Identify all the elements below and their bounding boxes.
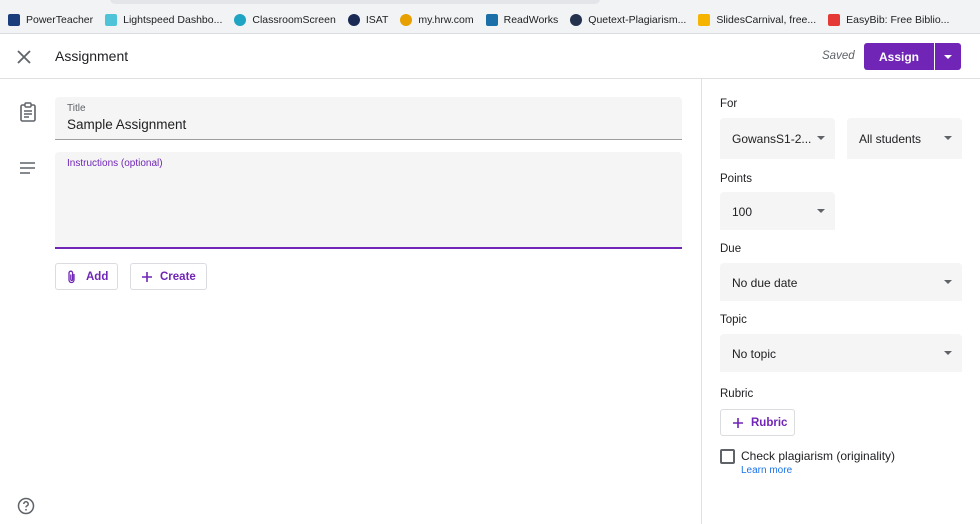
create-button[interactable]: Create: [130, 263, 207, 290]
points-label: Points: [720, 173, 752, 185]
text-lines-icon: [19, 161, 37, 180]
title-field-value[interactable]: Sample Assignment: [67, 117, 186, 132]
address-bar[interactable]: [110, 0, 600, 4]
assignment-header: Assignment Saved Assign: [0, 35, 980, 79]
create-button-label: Create: [160, 270, 196, 283]
bookmark-label: Lightspeed Dashbo...: [123, 13, 223, 26]
bookmark-label: ReadWorks: [503, 13, 559, 26]
easybib-icon: [828, 13, 841, 26]
classroomscreen-icon: [234, 13, 247, 26]
bookmark-item[interactable]: EasyBib: Free Biblio...: [828, 13, 950, 26]
dropdown-arrow-icon: [817, 136, 825, 140]
bookmark-item[interactable]: PowerTeacher: [8, 13, 94, 26]
plus-icon: [733, 417, 743, 428]
bookmarks-bar: PowerTeacher Lightspeed Dashbo... Classroo…: [0, 6, 980, 34]
class-select[interactable]: GowansS1-2...: [720, 118, 835, 159]
plus-icon: [142, 271, 152, 282]
bookmark-label: EasyBib: Free Biblio...: [846, 13, 950, 26]
bookmark-item[interactable]: Lightspeed Dashbo...: [105, 13, 223, 26]
add-attachment-button[interactable]: Add: [55, 263, 118, 290]
topic-select[interactable]: No topic: [720, 334, 962, 372]
due-date-select[interactable]: No due date: [720, 263, 962, 301]
help-button[interactable]: [17, 497, 35, 515]
close-button[interactable]: [12, 45, 36, 69]
slidescarnival-icon: [698, 13, 711, 26]
due-date-select-value: No due date: [732, 276, 798, 290]
assign-button[interactable]: Assign: [864, 43, 934, 70]
points-select-value: 100: [732, 205, 753, 219]
bookmark-label: SlidesCarnival, free...: [716, 13, 817, 26]
bookmark-item[interactable]: Quetext-Plagiarism...: [570, 13, 687, 26]
help-icon: [17, 497, 35, 515]
for-label: For: [720, 98, 738, 110]
bookmark-item[interactable]: ISAT: [347, 13, 389, 26]
title-field-label: Title: [67, 103, 86, 114]
clipboard-icon: [19, 102, 37, 127]
plagiarism-checkbox-label: Check plagiarism (originality): [741, 449, 896, 463]
students-select[interactable]: All students: [847, 118, 962, 159]
due-label: Due: [720, 243, 742, 255]
topic-select-value: No topic: [732, 347, 777, 361]
dropdown-arrow-icon: [944, 280, 952, 284]
title-field[interactable]: Title Sample Assignment: [55, 97, 682, 140]
rubric-button-label: Rubric: [751, 416, 788, 429]
bookmark-label: PowerTeacher: [26, 13, 94, 26]
instructions-field-label: Instructions (optional): [67, 158, 163, 169]
class-select-value: GowansS1-2...: [732, 132, 812, 146]
bookmark-label: ISAT: [365, 13, 389, 26]
assign-options-button[interactable]: [935, 43, 961, 70]
topic-label: Topic: [720, 314, 747, 326]
add-button-label: Add: [86, 270, 109, 283]
learn-more-link[interactable]: Learn more: [741, 465, 792, 476]
bookmark-label: ClassroomScreen: [252, 13, 336, 26]
add-rubric-button[interactable]: Rubric: [720, 409, 795, 436]
students-select-value: All students: [859, 132, 922, 146]
caret-down-icon: [944, 54, 952, 59]
close-icon: [17, 50, 31, 64]
bookmark-item[interactable]: SlidesCarnival, free...: [698, 13, 817, 26]
readworks-icon: [485, 13, 498, 26]
dropdown-arrow-icon: [817, 209, 825, 213]
hrw-icon: [400, 13, 413, 26]
instructions-field[interactable]: Instructions (optional): [55, 152, 682, 249]
bookmark-item[interactable]: ClassroomScreen: [234, 13, 336, 26]
points-select[interactable]: 100: [720, 192, 835, 230]
save-status: Saved: [822, 50, 855, 62]
bookmark-label: Quetext-Plagiarism...: [588, 13, 687, 26]
powerteacher-icon: [8, 13, 20, 26]
dropdown-arrow-icon: [944, 351, 952, 355]
rubric-label: Rubric: [720, 388, 754, 400]
page-title: Assignment: [55, 48, 129, 64]
plagiarism-checkbox[interactable]: [720, 449, 735, 464]
bookmark-label: my.hrw.com: [418, 13, 474, 26]
lightspeed-icon: [105, 13, 118, 26]
paperclip-icon: [68, 270, 75, 283]
dropdown-arrow-icon: [944, 136, 952, 140]
quetext-icon: [570, 13, 583, 26]
bookmark-item[interactable]: my.hrw.com: [400, 13, 474, 26]
isat-icon: [347, 13, 360, 26]
bookmark-item[interactable]: ReadWorks: [485, 13, 559, 26]
